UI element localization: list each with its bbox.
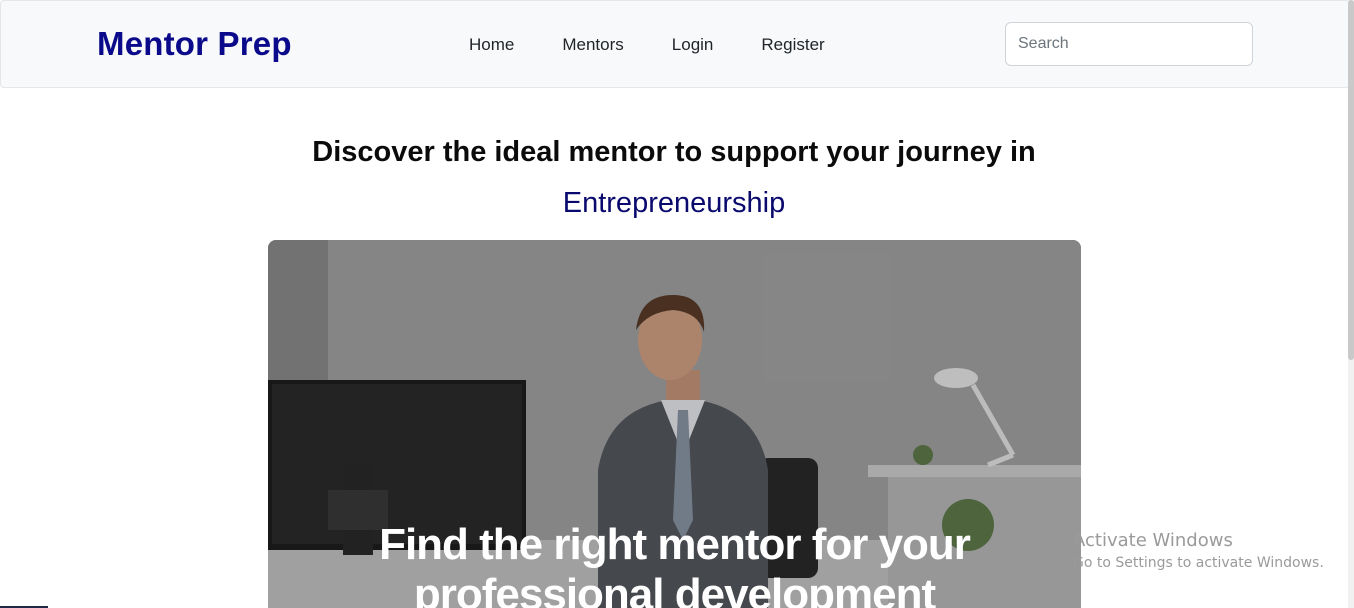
nav-links: Home Mentors Login Register: [469, 35, 873, 55]
watermark-title: Activate Windows: [1073, 530, 1233, 551]
page-scrollbar[interactable]: [1348, 0, 1354, 608]
hero-caption-line2: professional development: [413, 570, 936, 608]
hero-caption: Find the right mentor for your professio…: [268, 520, 1081, 608]
page-headline: Discover the ideal mentor to support you…: [312, 136, 1036, 168]
brand-logo[interactable]: Mentor Prep: [97, 25, 292, 63]
windows-activation-watermark: Activate Windows Go to Settings to activ…: [1073, 530, 1324, 571]
nav-mentors-link[interactable]: Mentors: [562, 35, 623, 55]
hero-banner: Find the right mentor for your professio…: [268, 240, 1081, 608]
navbar: Mentor Prep Home Mentors Login Register: [0, 0, 1350, 88]
watermark-subtitle: Go to Settings to activate Windows.: [1073, 555, 1324, 571]
search-input[interactable]: [1005, 22, 1253, 66]
hero-caption-line1: Find the right mentor for your: [379, 520, 971, 569]
nav-login-link[interactable]: Login: [672, 35, 714, 55]
scrollbar-thumb[interactable]: [1348, 0, 1354, 360]
nav-register-link[interactable]: Register: [761, 35, 824, 55]
rotating-subject: Entrepreneurship: [562, 187, 786, 219]
nav-home-link[interactable]: Home: [469, 35, 514, 55]
